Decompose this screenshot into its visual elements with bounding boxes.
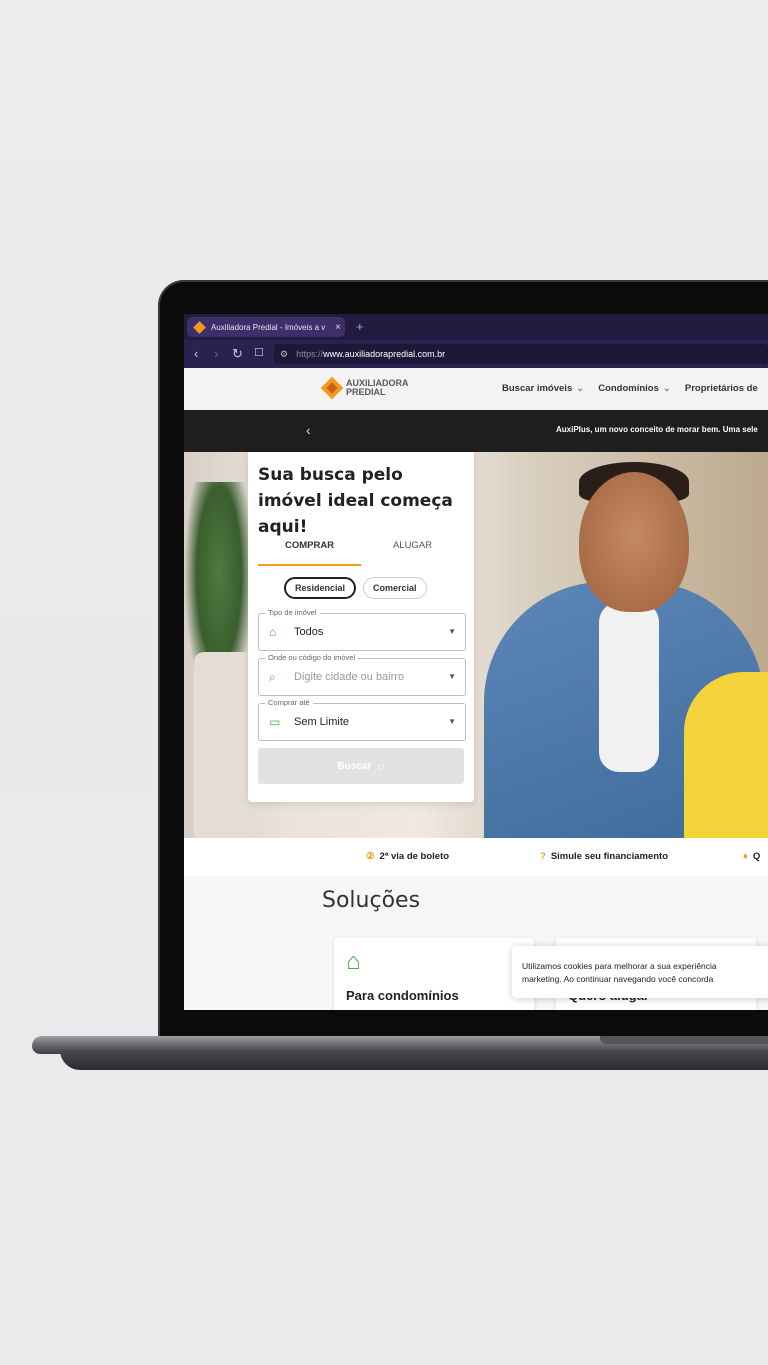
search-tabs: COMPRAR ALUGAR <box>258 536 464 566</box>
search-card: Sua busca pelo imóvel ideal começa aqui!… <box>248 452 474 802</box>
nav-item-buscar-imoveis[interactable]: Buscar imóveis ⌄ <box>502 383 584 394</box>
cookie-banner: Utilizamos cookies para melhorar a sua e… <box>512 946 768 998</box>
laptop-notch <box>600 1036 768 1044</box>
quick-link-third[interactable]: ♦ Q <box>743 851 760 862</box>
promo-banner: ‹ AuxiPlus, um novo conceito de morar be… <box>184 410 768 452</box>
solution-card-title: Para condomínios <box>346 988 459 1003</box>
tab-title: Auxiliadora Predial - Imóveis a v <box>211 322 326 332</box>
browser-toolbar: ‹ › ↻ ☐ ⚙ https:// www.auxiliadorapredia… <box>184 340 768 368</box>
site-header: AUXILIADORA PREDIAL Buscar imóveis ⌄ Cond… <box>184 368 768 411</box>
field-value: Sem Limite <box>294 716 350 728</box>
quick-link-boleto[interactable]: ② 2ª via de boleto <box>366 851 449 862</box>
browser-tab-bar: Auxiliadora Predial - Imóveis a v × + <box>184 314 768 340</box>
home-icon: ⌂ <box>269 625 277 639</box>
tab-close-icon[interactable]: × <box>335 322 341 333</box>
question-icon: ? <box>540 851 546 862</box>
money-icon: ▭ <box>269 715 281 729</box>
browser-tab[interactable]: Auxiliadora Predial - Imóveis a v × <box>187 317 345 337</box>
quick-links-bar: ② 2ª via de boleto ? Simule seu financiame… <box>184 838 768 877</box>
address-bar[interactable]: ⚙ https:// www.auxiliadorapredial.com.br <box>274 344 768 364</box>
max-price-select[interactable]: Comprar até ▭ Sem Limite ▼ <box>258 698 466 741</box>
property-type-select[interactable]: Tipo de imóvel ⌂ Todos ▼ <box>258 608 466 651</box>
search-icon: ⌕ <box>269 670 276 684</box>
solutions-title: Soluções <box>322 888 421 913</box>
nav-item-condominios[interactable]: Condomínios ⌄ <box>598 383 671 394</box>
main-nav: Buscar imóveis ⌄ Condomínios ⌄ Proprietári… <box>502 383 758 394</box>
promo-prev-icon[interactable]: ‹ <box>306 422 311 438</box>
location-input[interactable]: Onde ou código do imóvel ⌕ Digite cidade… <box>258 653 466 696</box>
dropdown-arrow-icon: ▼ <box>448 717 456 726</box>
url-host: www.auxiliadorapredial.com.br <box>323 349 446 359</box>
site-logo[interactable]: AUXILIADORA PREDIAL <box>320 376 409 400</box>
field-value: Todos <box>294 626 324 638</box>
hero-person <box>484 462 768 838</box>
favicon-icon <box>193 320 206 334</box>
tab-comprar[interactable]: COMPRAR <box>258 536 361 566</box>
url-protocol: https:// <box>296 349 324 359</box>
bookmark-icon[interactable]: ☐ <box>254 346 264 359</box>
property-category: Residencial Comercial <box>284 577 427 599</box>
field-label: Onde ou código do imóvel <box>265 653 359 662</box>
logo-line2: PREDIAL <box>346 387 386 397</box>
quick-link-financiamento[interactable]: ? Simule seu financiamento <box>540 851 668 862</box>
search-button[interactable]: Buscar ○ <box>258 748 464 784</box>
laptop-base-bottom <box>60 1050 768 1070</box>
home-icon: ⌂ <box>346 948 361 975</box>
logo-icon <box>320 376 344 400</box>
search-icon: ○ <box>377 759 385 773</box>
reload-icon[interactable]: ↻ <box>232 346 243 362</box>
chevron-down-icon: ⌄ <box>576 383 585 394</box>
pill-comercial[interactable]: Comercial <box>363 577 427 599</box>
dropdown-arrow-icon: ▼ <box>448 672 456 681</box>
screen: Auxiliadora Predial - Imóveis a v × + ‹ … <box>184 314 768 1010</box>
field-label: Comprar até <box>265 698 313 707</box>
tab-alugar[interactable]: ALUGAR <box>361 536 464 566</box>
field-label: Tipo de imóvel <box>265 608 320 617</box>
site-info-icon[interactable]: ⚙ <box>280 349 288 360</box>
diamond-icon: ♦ <box>743 851 748 862</box>
pill-residencial[interactable]: Residencial <box>284 577 357 599</box>
cookie-text-line1: Utilizamos cookies para melhorar a sua e… <box>522 961 717 971</box>
dropdown-arrow-icon: ▼ <box>448 627 456 636</box>
nav-item-proprietarios[interactable]: Proprietários de <box>685 383 758 394</box>
solution-card-condominios[interactable]: ⌂ Para condomínios <box>334 938 534 1010</box>
chevron-down-icon: ⌄ <box>662 383 671 394</box>
cookie-text-line2: marketing. Ao continuar navegando você c… <box>522 974 714 984</box>
new-tab-icon[interactable]: + <box>356 319 364 334</box>
location-placeholder: Digite cidade ou bairro <box>294 671 405 683</box>
search-title: Sua busca pelo imóvel ideal começa aqui! <box>258 465 453 537</box>
boleto-icon: ② <box>366 851 375 862</box>
forward-icon[interactable]: › <box>214 346 218 361</box>
promo-text[interactable]: AuxiPlus, um novo conceito de morar bem.… <box>556 425 758 434</box>
back-icon[interactable]: ‹ <box>194 346 198 361</box>
hero-sofa <box>194 652 254 838</box>
